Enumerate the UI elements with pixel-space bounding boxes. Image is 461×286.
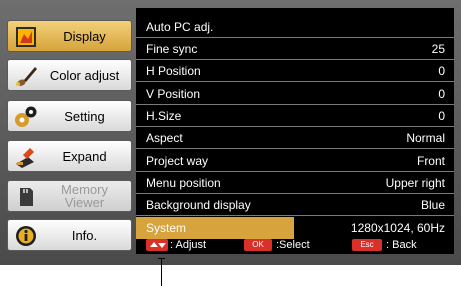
sidebar-item-label: Info. bbox=[71, 227, 98, 243]
menu-row-label: V Position bbox=[146, 87, 201, 101]
menu-row-value: 0 bbox=[438, 64, 445, 78]
menu-row-label: H.Size bbox=[146, 109, 182, 123]
osd-menu: Display Color adjust Setting Expand Memo… bbox=[0, 0, 461, 265]
menu-row-value: Normal bbox=[406, 131, 445, 145]
menu-row-label: Fine sync bbox=[146, 42, 198, 56]
menu-row-value: 0 bbox=[438, 109, 445, 123]
menu-row-value: 25 bbox=[431, 42, 445, 56]
sidebar-item-display[interactable]: Display bbox=[7, 20, 132, 52]
esc-key-badge: Esc bbox=[352, 239, 382, 251]
ok-key-badge: OK bbox=[244, 239, 272, 251]
menu-row-value: Blue bbox=[420, 198, 445, 212]
menu-row-v-position[interactable]: V Position 0 bbox=[136, 83, 454, 105]
row-divider bbox=[136, 215, 454, 216]
menu-row-menu-position[interactable]: Menu position Upper right bbox=[136, 172, 454, 194]
sidebar-item-label: Color adjust bbox=[49, 67, 120, 83]
key-guide-footer: : Adjust OK :Select Esc : Back bbox=[136, 236, 454, 254]
back-hint: : Back bbox=[386, 239, 417, 251]
settings-panel: Auto PC adj. Fine sync 25 H Position 0 V… bbox=[136, 8, 454, 254]
menu-row-value: 0 bbox=[438, 87, 445, 101]
sidebar-item-memory-viewer[interactable]: Memory Viewer bbox=[7, 180, 132, 212]
sidebar-item-expand[interactable]: Expand bbox=[7, 140, 132, 172]
text-cursor-stem bbox=[161, 258, 162, 286]
sidebar-item-label: Expand bbox=[62, 148, 107, 164]
menu-row-label: Menu position bbox=[146, 176, 221, 190]
paint-brush-icon bbox=[16, 67, 37, 86]
row-divider bbox=[136, 81, 454, 82]
menu-row-label: Background display bbox=[146, 198, 251, 212]
menu-row-h-position[interactable]: H Position 0 bbox=[136, 60, 454, 82]
expand-tools-icon bbox=[16, 148, 34, 168]
menu-row-aspect[interactable]: Aspect Normal bbox=[136, 127, 454, 149]
adjust-hint: : Adjust bbox=[170, 239, 207, 251]
sidebar-item-color-adjust[interactable]: Color adjust bbox=[7, 59, 132, 91]
menu-row-auto-pc-adj[interactable]: Auto PC adj. bbox=[136, 16, 454, 38]
sidebar-item-setting[interactable]: Setting bbox=[7, 100, 132, 132]
display-icon bbox=[16, 27, 36, 47]
menu-row-h-size[interactable]: H.Size 0 bbox=[136, 105, 454, 127]
sidebar-item-label: Memory Viewer bbox=[61, 182, 108, 210]
sidebar-item-label: Display bbox=[63, 28, 106, 44]
menu-row-label: Aspect bbox=[146, 131, 183, 145]
row-divider bbox=[136, 148, 454, 149]
menu-row-project-way[interactable]: Project way Front bbox=[136, 150, 454, 172]
menu-row-background-display[interactable]: Background display Blue bbox=[136, 194, 454, 216]
memory-card-icon bbox=[20, 188, 33, 206]
menu-row-fine-sync[interactable]: Fine sync 25 bbox=[136, 38, 454, 60]
up-down-arrow-icon bbox=[146, 239, 168, 251]
menu-row-label: Auto PC adj. bbox=[146, 20, 214, 34]
select-hint: :Select bbox=[276, 239, 310, 251]
sidebar-item-label: Setting bbox=[64, 108, 105, 124]
menu-row-value: Upper right bbox=[385, 176, 445, 190]
sidebar-item-info[interactable]: Info. bbox=[7, 219, 132, 251]
gears-icon bbox=[15, 106, 37, 127]
menu-row-value: Front bbox=[416, 154, 445, 168]
info-icon bbox=[16, 226, 36, 246]
menu-row-label: H Position bbox=[146, 64, 201, 78]
menu-row-label: Project way bbox=[146, 154, 209, 168]
